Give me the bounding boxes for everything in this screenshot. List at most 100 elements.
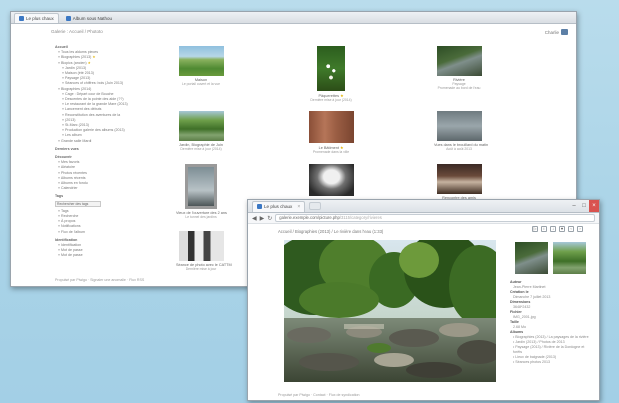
- address-bar[interactable]: galerie.exemple.com/picture.php/3115/cat…: [275, 214, 595, 222]
- album-thumbnail[interactable]: Rencontre des amis Dernière 2013: [434, 164, 484, 204]
- photo-toolbar: ▷ i ↓ ♥ ‹ ›: [532, 226, 583, 232]
- album-cover-image[interactable]: [178, 231, 224, 261]
- sidebar-item-label: Lancement des débuts: [65, 107, 102, 112]
- album-cover-image[interactable]: [178, 46, 224, 76]
- album-cover-image[interactable]: [308, 164, 354, 196]
- browser-tab-bar: Le plus chaux Album sous Nathou: [11, 12, 576, 24]
- photo-breadcrumb[interactable]: Accueil / Biographies (2013) / Le rivièr…: [278, 229, 383, 234]
- sidebar-item-label: Notifications: [61, 224, 81, 229]
- address-bar-row: ◀ ▶ ↻ galerie.exemple.com/picture.php/31…: [248, 213, 599, 224]
- page-footer: Propulsé par Piwigo · Signaler une anoma…: [55, 278, 145, 282]
- tags-select[interactable]: Rechercher des tags: [55, 200, 101, 207]
- tab-label: Le plus chaux: [264, 204, 293, 209]
- sidebar-album-list: » Tous les aldums pieces» Biographies (2…: [55, 50, 145, 144]
- browser-tab-active[interactable]: Le plus chaux ×: [252, 200, 306, 212]
- album-thumbnail[interactable]: Séance de photo avec le CATTM Dernière m…: [176, 231, 232, 271]
- album-link-label: Jardin (2013) / Photos de 2013: [515, 340, 565, 344]
- new-tab-button[interactable]: [309, 202, 322, 210]
- sidebar-item-label: Cage : Départ cour de Bouche: [65, 91, 114, 96]
- album-subtitle: Promenade au bord de l'eau: [437, 86, 481, 90]
- album-thumbnail[interactable]: Pâquerettes ★ Dernière mise à jour (2014…: [306, 46, 356, 102]
- user-icon: [561, 29, 568, 35]
- sidebar-tags-list: » Tags» Recherche» À propos» Notificatio…: [55, 209, 145, 235]
- main-photo[interactable]: [284, 240, 496, 382]
- album-subtitle: Dernière mise à jour: [185, 267, 217, 271]
- forward-arrow-icon[interactable]: ▶: [260, 215, 265, 222]
- sidebar-section-title: Tags: [55, 194, 64, 199]
- album-link[interactable]: • Séances photos 2013: [510, 360, 590, 365]
- address-path: /3115/category/rivieres: [339, 215, 382, 220]
- album-link[interactable]: • Paysage (2013) / Rivière de la Dordogn…: [510, 345, 590, 355]
- sidebar-item[interactable]: » Flux de l'album: [55, 230, 145, 235]
- album-link-label: Paysage (2013) / Rivière de la Dordogne …: [513, 345, 585, 354]
- maximize-icon[interactable]: □: [579, 200, 589, 212]
- album-subtitle: Le portail ouvert et la vue: [181, 82, 221, 86]
- album-cover-image[interactable]: [317, 46, 345, 91]
- favorite-icon[interactable]: ♥: [559, 226, 565, 232]
- sidebar-item-label: Biographies (2014): [61, 86, 92, 91]
- album-thumbnail[interactable]: Rivière Paysage Promenade au bord de l'e…: [434, 46, 484, 90]
- browser-tab-2[interactable]: Album sous Nathou: [61, 13, 117, 23]
- album-subtitle: Le tunnel des jardins: [185, 215, 217, 219]
- sidebar-menu: Accueil » Tous les aldums pieces» Biogra…: [55, 42, 145, 259]
- album-thumbnail[interactable]: Le Bâtiment ★ Promenade dans la ville: [306, 111, 356, 154]
- sidebar-item-label: Recherche: [61, 213, 79, 218]
- sidebar-item-label: Paysage (2013): [65, 76, 91, 81]
- sidebar-item-label: Flux de l'album: [61, 229, 86, 234]
- sidebar-item-label: Tags: [60, 208, 69, 213]
- slideshow-icon[interactable]: ▷: [532, 226, 538, 232]
- sidebar-item-label: Photos récentes: [61, 170, 87, 175]
- next-photo-thumbnail[interactable]: [553, 242, 586, 274]
- metadata-icon[interactable]: i: [541, 226, 547, 232]
- next-icon[interactable]: ›: [577, 226, 583, 232]
- account-menu[interactable]: Charlie: [545, 29, 568, 35]
- sidebar-item-label: Reconstitution des aventures de la: [65, 112, 121, 117]
- album-cover-image[interactable]: [436, 46, 482, 76]
- sidebar-item[interactable]: » Mot de passe: [55, 253, 145, 258]
- sidebar-item-label: Les album: [65, 133, 82, 138]
- minimize-icon[interactable]: –: [569, 200, 579, 212]
- reload-icon[interactable]: ↻: [267, 215, 272, 222]
- sidebar-item-label: Maison (été 2013): [65, 71, 94, 76]
- album-thumbnail[interactable]: Vues dans le brouillard du matin Août à …: [434, 111, 488, 151]
- sidebar-item-label: Mot de passe: [61, 253, 83, 258]
- sidebar-item-label: Tous les aldums pieces: [60, 50, 99, 55]
- sidebar-item-label: Albums récents: [60, 175, 86, 180]
- album-cover-image[interactable]: [185, 164, 217, 209]
- favicon-icon: [19, 15, 24, 21]
- album-thumbnail[interactable]: Vieux de l'ouverture des 2 ans Le tunnel…: [176, 164, 227, 219]
- browser-tab-bar: Le plus chaux × – □ ×: [248, 200, 599, 213]
- close-tab-icon[interactable]: ×: [297, 204, 300, 210]
- sidebar-item-label: Jardin (2013): [65, 65, 87, 70]
- sidebar-item-label: Albums en fondu: [60, 181, 88, 186]
- previous-photo-thumbnail[interactable]: [515, 242, 548, 274]
- album-subtitle: Dernière mise à jour (2014): [310, 98, 352, 102]
- album-cover-image[interactable]: [436, 111, 482, 141]
- album-cover-image[interactable]: [178, 111, 224, 141]
- album-thumbnail[interactable]: Maison Le portail ouvert et la vue: [176, 46, 226, 86]
- download-icon[interactable]: ↓: [550, 226, 556, 232]
- window-controls: – □ ×: [569, 200, 599, 212]
- sidebar-item-label: Identification: [61, 242, 82, 247]
- sidebar-item[interactable]: » Calendrier: [55, 186, 145, 191]
- breadcrumb[interactable]: Galerie : Accueil / Phototo: [51, 29, 103, 34]
- previous-icon[interactable]: ‹: [568, 226, 574, 232]
- close-window-icon[interactable]: ×: [589, 200, 599, 212]
- photo-info-panel: Auteur Jean-Pierre Martinet Création le Dim…: [510, 280, 590, 365]
- star-icon: ★: [91, 55, 96, 60]
- album-thumbnail[interactable]: Jardin, Biographie de Juin Dernière mise…: [176, 111, 226, 151]
- browser-tab-1[interactable]: Le plus chaux: [14, 12, 59, 23]
- sidebar-item-label: St-Marc (2013): [65, 123, 89, 128]
- photo-viewer-window: Le plus chaux × – □ × ◀ ▶ ↻ galerie.exem…: [247, 199, 600, 401]
- sidebar-discover-list: » Mes favoris» Aléatoire» Photos récente…: [55, 160, 145, 191]
- album-cover-image[interactable]: [436, 164, 482, 194]
- sidebar-item-label: Grande salle Mardi: [61, 138, 92, 143]
- sidebar-identification-list: » Identification» Mot de passe» Mot de p…: [55, 243, 145, 259]
- sidebar-item[interactable]: » Grande salle Mardi: [55, 139, 145, 144]
- album-cover-image[interactable]: [308, 111, 354, 143]
- favicon-icon: [65, 15, 71, 21]
- sidebar-item-label: Séances of chiffres: bois (Juin 2013): [65, 81, 124, 86]
- album-link-label: Séances photos 2013: [515, 360, 551, 364]
- back-arrow-icon[interactable]: ◀: [252, 215, 257, 222]
- photo-properties: Auteur Jean-Pierre Martinet Création le Dim…: [510, 280, 590, 335]
